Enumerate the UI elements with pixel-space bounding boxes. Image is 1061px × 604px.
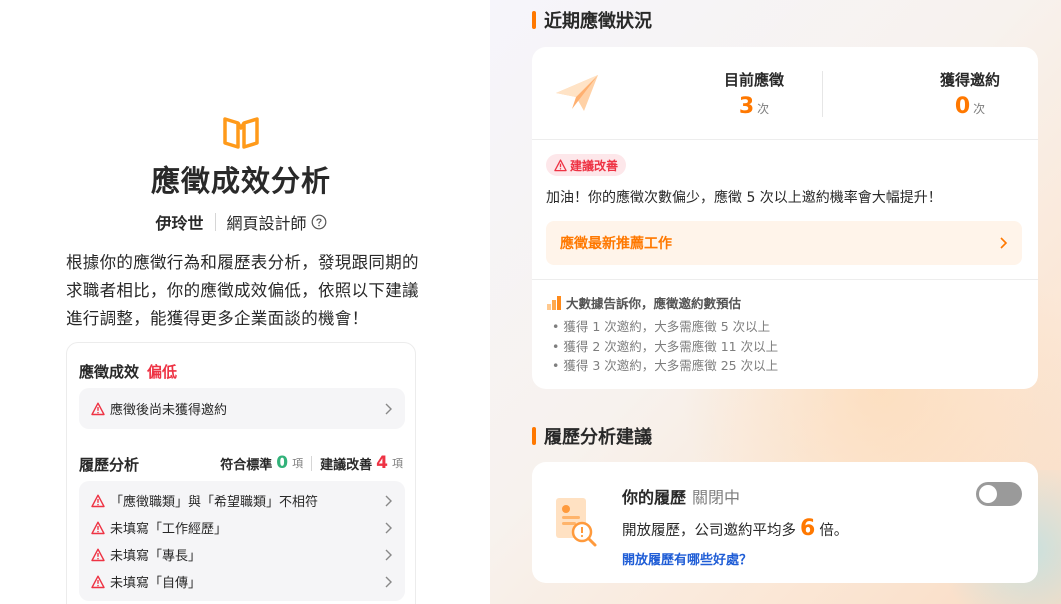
applied-label: 目前應徵 — [723, 71, 784, 89]
chevron-right-icon — [1000, 237, 1008, 249]
warning-icon — [91, 402, 105, 415]
chevron-right-icon — [385, 495, 392, 506]
list-item[interactable]: 未填寫「專長」 — [79, 541, 405, 568]
section-label: 應徵成效 — [79, 363, 140, 381]
chevron-right-icon — [385, 403, 392, 414]
button-label: 應徵最新推薦工作 — [560, 236, 672, 252]
issue-text: 應徵後尚未獲得邀約 — [110, 403, 228, 418]
toggle-knob — [979, 485, 997, 503]
warning-icon — [554, 158, 567, 171]
book-logo-icon — [223, 117, 259, 149]
divider — [532, 279, 1038, 280]
recent-heading: 近期應徵狀況 — [532, 7, 652, 33]
issue-text: 「應徵職類」與「希望職類」不相符 — [110, 495, 319, 510]
paper-plane-icon — [556, 75, 598, 111]
heading-accent-bar — [532, 11, 536, 29]
improve-count: 4 — [376, 453, 388, 473]
application-result-heading: 應徵成效 偏低 — [79, 361, 177, 382]
heading-text: 履歷分析建議 — [544, 427, 652, 448]
resume-state: 關閉中 — [692, 488, 741, 507]
issue-text: 未填寫「自傳」 — [110, 576, 202, 591]
issue-text: 未填寫「專長」 — [110, 549, 202, 564]
meets-unit: 項 — [292, 457, 304, 470]
resume-analysis-counts: 符合標準 0 項 建議改善 4 項 — [220, 453, 403, 473]
recommended-jobs-button[interactable]: 應徵最新推薦工作 — [546, 221, 1022, 265]
warning-icon — [91, 548, 105, 561]
stats-row: 目前應徵 3次 獲得邀約 0次 — [532, 47, 1038, 139]
resume-visibility-toggle[interactable] — [976, 482, 1022, 506]
user-info: 伊玲世 網頁設計師 — [0, 210, 482, 234]
divider — [311, 455, 313, 471]
resume-issue-list: 「應徵職類」與「希望職類」不相符 未填寫「工作經歷」 未填寫「專長」 未填寫「自… — [79, 481, 405, 601]
status-badge: 建議改善 — [546, 154, 627, 176]
resume-benefits-link[interactable]: 開放履歷有哪些好處？ — [622, 549, 752, 568]
issue-text: 未填寫「工作經歷」 — [110, 522, 228, 537]
list-item: 獲得 2 次邀約，大多需應徵 11 次以上 — [552, 337, 778, 357]
badge-text: 建議改善 — [570, 158, 619, 173]
resume-title: 你的履歷 關閉中 — [622, 484, 740, 508]
benefit-multiplier: 6 — [800, 516, 816, 541]
chevron-right-icon — [385, 576, 392, 587]
benefit-text-before: 開放履歷，公司邀約平均多 — [622, 523, 796, 539]
resume-analysis-heading: 履歷分析 — [79, 456, 140, 474]
list-item[interactable]: 未填寫「工作經歷」 — [79, 514, 405, 541]
warning-icon — [91, 575, 105, 588]
applied-count: 3 — [738, 94, 755, 119]
status-panel: 近期應徵狀況 目前應徵 3次 獲得邀約 0次 建議改善 加油！你的應徵次數偏少，… — [490, 0, 1061, 604]
resume-card: 你的履歷 關閉中 開放履歷，公司邀約平均多 6 倍。 開放履歷有哪些好處？ — [532, 462, 1038, 583]
user-name: 伊玲世 — [155, 214, 204, 233]
resume-heading: 履歷分析建議 — [532, 423, 652, 449]
data-insight-title: 大數據告訴你，應徵邀約數預估 — [546, 293, 741, 312]
help-circle-icon[interactable] — [311, 214, 327, 230]
data-insight-list: 獲得 1 次邀約，大多需應徵 5 次以上 獲得 2 次邀約，大多需應徵 11 次… — [552, 317, 778, 376]
invited-stat: 獲得邀約 0次 — [890, 69, 1050, 119]
bar-chart-icon — [547, 295, 561, 310]
warning-icon — [91, 494, 105, 507]
resume-title-text: 你的履歷 — [622, 488, 687, 507]
resume-search-icon — [556, 498, 597, 547]
list-item[interactable]: 未填寫「自傳」 — [79, 568, 405, 595]
improve-unit: 項 — [392, 457, 403, 470]
heading-accent-bar — [532, 427, 536, 445]
chevron-right-icon — [385, 549, 392, 560]
list-item[interactable]: 「應徵職類」與「希望職類」不相符 — [79, 487, 405, 514]
meets-count: 0 — [276, 453, 289, 473]
list-item[interactable]: 應徵後尚未獲得邀約 — [79, 395, 405, 422]
invited-count: 0 — [954, 94, 971, 119]
page-title: 應徵成效分析 — [150, 164, 331, 198]
heading-text: 近期應徵狀況 — [544, 11, 652, 32]
data-title-text: 大數據告訴你，應徵邀約數預估 — [566, 296, 742, 311]
advice-text: 加油！你的應徵次數偏少，應徵 5 次以上邀約機率會大幅提升！ — [546, 190, 942, 206]
divider — [214, 213, 216, 231]
list-item: 獲得 3 次邀約，大多需應徵 25 次以上 — [552, 356, 778, 376]
applied-stat: 目前應徵 3次 — [674, 69, 834, 119]
analysis-card: 應徵成效 偏低 應徵後尚未獲得邀約 履歷分析 符合標準 0 項 建議改善 4 項 … — [66, 342, 416, 604]
analysis-description: 根據你的應徵行為和履歷表分析，發現跟同期的求職者相比，你的應徵成效偏低，依照以下… — [66, 253, 419, 328]
divider — [822, 71, 823, 117]
divider — [532, 139, 1038, 140]
benefit-text-after: 倍。 — [819, 523, 849, 539]
invited-label: 獲得邀約 — [939, 71, 1000, 89]
recent-applications-card: 目前應徵 3次 獲得邀約 0次 建議改善 加油！你的應徵次數偏少，應徵 5 次以… — [532, 47, 1038, 389]
application-issue-list: 應徵後尚未獲得邀約 — [79, 388, 405, 429]
invited-unit: 次 — [973, 102, 986, 116]
resume-benefit-text: 開放履歷，公司邀約平均多 6 倍。 — [622, 516, 848, 541]
status-badge: 偏低 — [147, 363, 178, 381]
applied-unit: 次 — [757, 102, 770, 116]
analysis-panel: 應徵成效分析 伊玲世 網頁設計師 根據你的應徵行為和履歷表分析，發現跟同期的求職… — [0, 0, 490, 604]
list-item: 獲得 1 次邀約，大多需應徵 5 次以上 — [552, 317, 778, 337]
warning-icon — [91, 521, 105, 534]
improve-label: 建議改善 — [320, 457, 373, 473]
user-job-title: 網頁設計師 — [226, 214, 307, 233]
meets-label: 符合標準 — [220, 457, 273, 473]
chevron-right-icon — [385, 522, 392, 533]
